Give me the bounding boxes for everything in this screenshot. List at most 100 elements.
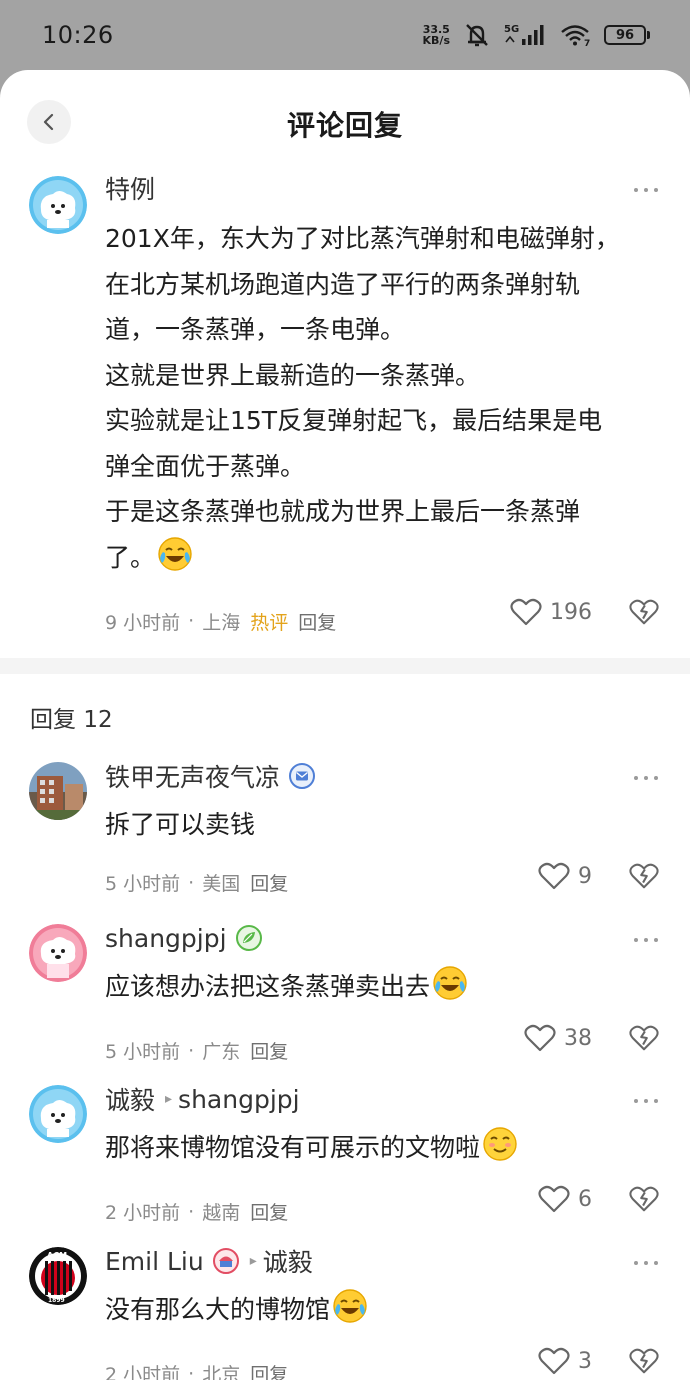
replies-header: 回复 12 — [30, 700, 113, 734]
crying-laughing-emoji-icon — [157, 536, 193, 587]
comment-text-content: 201X年，东大为了对比蒸汽弹射和电磁弹射， 在北方某机场跑道内造了平行的两条弹… — [105, 224, 620, 572]
broken-heart-icon[interactable] — [629, 862, 659, 894]
more-icon[interactable] — [634, 1097, 658, 1105]
more-icon[interactable] — [634, 774, 658, 782]
like-button[interactable]: 38 — [524, 1024, 592, 1052]
header: 评论回复 — [0, 70, 690, 176]
crying-laughing-emoji-icon — [332, 1288, 368, 1339]
like-count: 3 — [578, 1348, 592, 1374]
like-count: 196 — [550, 599, 592, 625]
comment-location: 广东 — [202, 1041, 241, 1063]
reply-item: shangpjpj 应该想办法把这条蒸弹卖出去 5 小时前 · 广东 回复 38 — [0, 920, 690, 1070]
status-bar: 10:26 33.5 KB/s 5G 7 96 — [0, 0, 690, 70]
net-speed: 33.5 KB/s — [423, 24, 450, 46]
comment-time: 2 小时前 — [105, 1364, 181, 1380]
comment-time: 5 小时前 — [105, 873, 181, 895]
author-name[interactable]: 诚毅 — [105, 1081, 155, 1117]
page-title: 评论回复 — [286, 109, 403, 142]
avatar[interactable] — [29, 924, 87, 982]
svg-text:5G: 5G — [504, 24, 519, 35]
status-icons: 33.5 KB/s 5G 7 96 — [423, 22, 650, 48]
comment-location: 越南 — [202, 1202, 241, 1224]
author-name[interactable]: 特例 — [105, 170, 155, 206]
replies-count: 12 — [83, 707, 113, 733]
more-icon[interactable] — [634, 1259, 658, 1267]
reply-link[interactable]: 回复 — [250, 1037, 288, 1064]
broken-heart-icon[interactable] — [629, 1347, 659, 1379]
net-speed-unit: KB/s — [422, 34, 450, 47]
broken-heart-icon[interactable] — [629, 598, 659, 630]
comment-text: 应该想办法把这条蒸弹卖出去 — [105, 964, 650, 1016]
main-comment: 特例 201X年，东大为了对比蒸汽弹射和电磁弹射， 在北方某机场跑道内造了平行的… — [0, 170, 690, 636]
comment-time: 2 小时前 — [105, 1202, 181, 1224]
heart-icon — [538, 1347, 570, 1375]
comment-time: 9 小时前 — [105, 611, 181, 634]
reply-item: 诚毅 ▸ shangpjpj 那将来博物馆没有可展示的文物啦 2 小时前 · 越… — [0, 1081, 690, 1231]
comment-text: 拆了可以卖钱 — [105, 802, 650, 848]
more-icon[interactable] — [634, 936, 658, 944]
comment-author[interactable]: shangpjpj — [105, 920, 650, 956]
comment-text-content: 应该想办法把这条蒸弹卖出去 — [105, 972, 431, 1001]
reply-link[interactable]: 回复 — [250, 1198, 288, 1225]
comment-reply-sheet: 评论回复 特例 201X年，东大为了对比蒸汽弹射和电磁弹射， 在北方某机场跑道内… — [0, 70, 690, 1380]
replies-label: 回复 — [30, 707, 76, 733]
reply-link[interactable]: 回复 — [250, 869, 288, 896]
comment-text: 没有那么大的博物馆 — [105, 1287, 650, 1339]
status-time: 10:26 — [42, 21, 114, 49]
mute-icon — [462, 22, 492, 48]
wifi-icon: 7 — [560, 23, 592, 47]
reply-arrow-icon: ▸ — [165, 1091, 173, 1107]
battery-level: 96 — [604, 25, 646, 45]
smiling-emoji-icon — [482, 1126, 518, 1177]
comment-author[interactable]: 诚毅 ▸ shangpjpj — [105, 1081, 650, 1117]
like-count: 9 — [578, 863, 592, 889]
heart-icon — [538, 1185, 570, 1213]
comment-author[interactable]: 铁甲无声夜气凉 — [105, 758, 650, 794]
heart-icon — [524, 1024, 556, 1052]
comment-location: 北京 — [202, 1364, 241, 1380]
comment-author[interactable]: 特例 — [105, 170, 650, 206]
reply-to-name[interactable]: 诚毅 — [263, 1243, 313, 1279]
like-count: 38 — [564, 1025, 592, 1051]
like-button[interactable]: 6 — [538, 1185, 592, 1213]
avatar[interactable] — [29, 176, 87, 234]
svg-text:1899: 1899 — [48, 1297, 65, 1304]
author-name[interactable]: shangpjpj — [105, 924, 227, 953]
avatar[interactable] — [29, 1085, 87, 1143]
comment-text-content: 那将来博物馆没有可展示的文物啦 — [105, 1133, 481, 1162]
svg-text:7: 7 — [584, 39, 590, 47]
broken-heart-icon[interactable] — [629, 1185, 659, 1217]
comment-location: 美国 — [202, 873, 241, 895]
author-name[interactable]: Emil Liu — [105, 1247, 204, 1276]
reply-arrow-icon: ▸ — [249, 1253, 257, 1269]
comment-author[interactable]: Emil Liu ▸ 诚毅 — [105, 1243, 650, 1279]
comment-time: 5 小时前 — [105, 1041, 181, 1063]
reply-item: 铁甲无声夜气凉 拆了可以卖钱 5 小时前 · 美国 回复 9 — [0, 758, 690, 908]
reply-link[interactable]: 回复 — [250, 1360, 288, 1380]
battery-icon: 96 — [604, 25, 650, 45]
heart-icon — [510, 598, 542, 626]
like-button[interactable]: 3 — [538, 1347, 592, 1375]
reply-item: ACM 1899 Emil Liu ▸ 诚毅 没有那么大的博物馆 2 小时前 ·… — [0, 1243, 690, 1380]
comment-text: 201X年，东大为了对比蒸汽弹射和电磁弹射， 在北方某机场跑道内造了平行的两条弹… — [105, 216, 650, 586]
avatar[interactable]: ACM 1899 — [29, 1247, 87, 1305]
avatar[interactable] — [29, 762, 87, 820]
author-name[interactable]: 铁甲无声夜气凉 — [105, 758, 280, 794]
signal-icon: 5G — [504, 22, 548, 48]
section-divider — [0, 658, 690, 674]
reply-to-name[interactable]: shangpjpj — [178, 1085, 300, 1114]
verified-leaf-badge-icon — [235, 924, 263, 952]
comment-text-content: 没有那么大的博物馆 — [105, 1295, 331, 1324]
heart-icon — [538, 862, 570, 890]
mail-badge-icon — [288, 762, 316, 790]
more-icon[interactable] — [634, 186, 658, 194]
comment-text: 那将来博物馆没有可展示的文物啦 — [105, 1125, 650, 1177]
broken-heart-icon[interactable] — [629, 1024, 659, 1056]
comment-location: 上海 — [202, 611, 241, 634]
like-button[interactable]: 196 — [510, 598, 592, 626]
crying-laughing-emoji-icon — [432, 965, 468, 1016]
reply-link[interactable]: 回复 — [298, 608, 336, 635]
like-button[interactable]: 9 — [538, 862, 592, 890]
hot-comment-label: 热评 — [250, 611, 289, 634]
svg-text:ACM: ACM — [47, 1251, 67, 1260]
